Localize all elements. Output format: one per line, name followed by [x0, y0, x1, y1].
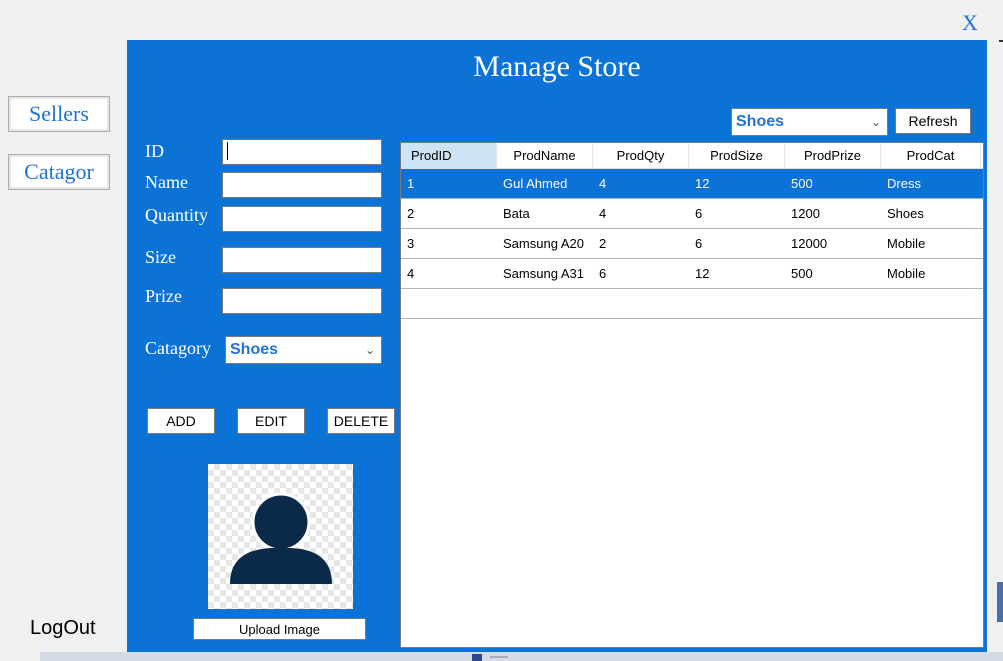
table-cell: 500 [791, 176, 813, 191]
chevron-down-icon[interactable]: ⌄ [365, 343, 375, 357]
table-cell: 4 [407, 266, 415, 281]
table-cell: 1 [407, 176, 415, 191]
sellers-button[interactable]: Sellers [8, 96, 110, 132]
taskbar-icon [472, 654, 482, 661]
column-header[interactable]: ProdCat [881, 143, 981, 168]
close-button[interactable]: X [962, 10, 978, 36]
table-header: ProdID ProdName ProdQty ProdSize ProdPri… [401, 143, 983, 169]
products-table[interactable]: ProdID ProdName ProdQty ProdSize ProdPri… [400, 142, 984, 648]
table-cell: 6 [599, 266, 607, 281]
table-cell: 12000 [791, 236, 828, 251]
table-cell: 12 [695, 266, 710, 281]
table-cell: 2 [599, 236, 607, 251]
table-row[interactable]: 1 Gul Ahmed 4 12 500 Dress [401, 169, 983, 199]
table-cell: 500 [791, 266, 813, 281]
table-cell: 12 [695, 176, 710, 191]
table-cell: Bata [503, 206, 530, 221]
taskbar-strip [40, 652, 1003, 661]
window-edge-fragment [999, 40, 1003, 42]
column-header[interactable]: ProdPrize [785, 143, 881, 168]
size-input[interactable] [222, 247, 382, 273]
refresh-button[interactable]: Refresh [895, 108, 971, 134]
taskbar-divider [490, 656, 508, 658]
add-button[interactable]: ADD [147, 408, 215, 434]
catagor-button[interactable]: Catagor [8, 154, 110, 190]
text-caret [227, 142, 228, 161]
table-cell: 4 [599, 206, 607, 221]
column-header[interactable]: ProdName [497, 143, 593, 168]
table-cell: Samsung A20 [503, 236, 584, 251]
table-cell: Shoes [887, 206, 924, 221]
delete-button[interactable]: DELETE [327, 408, 395, 434]
table-cell: Dress [887, 176, 921, 191]
size-label: Size [145, 247, 176, 267]
id-input[interactable] [222, 139, 382, 165]
column-header[interactable]: ProdQty [593, 143, 689, 168]
table-row[interactable]: 2 Bata 4 6 1200 Shoes [401, 199, 983, 229]
category-select[interactable]: Shoes ⌄ [225, 336, 382, 364]
upload-image-button[interactable]: Upload Image [193, 618, 366, 640]
category-label: Catagory [145, 338, 211, 358]
table-cell: Gul Ahmed [503, 176, 568, 191]
name-input[interactable] [222, 172, 382, 198]
category-filter-value: Shoes [736, 113, 785, 130]
table-cell: Samsung A31 [503, 266, 584, 281]
product-image [208, 464, 353, 609]
table-row[interactable]: 3 Samsung A20 2 6 12000 Mobile [401, 229, 983, 259]
table-cell: 3 [407, 236, 415, 251]
manage-store-panel: Manage Store Shoes ⌄ Refresh ID Name Qua… [127, 40, 987, 652]
category-filter-select[interactable]: Shoes ⌄ [731, 108, 888, 136]
name-label: Name [145, 172, 188, 192]
table-cell: 1200 [791, 206, 820, 221]
table-cell: Mobile [887, 266, 926, 281]
category-select-value: Shoes [230, 341, 279, 358]
table-new-row[interactable] [401, 289, 983, 319]
table-row[interactable]: 4 Samsung A31 6 12 500 Mobile [401, 259, 983, 289]
edit-button[interactable]: EDIT [237, 408, 305, 434]
prize-label: Prize [145, 286, 182, 306]
user-icon [230, 492, 332, 584]
table-cell: 6 [695, 236, 703, 251]
column-header[interactable]: ProdSize [689, 143, 785, 168]
table-cell: Mobile [887, 236, 926, 251]
prize-input[interactable] [222, 288, 382, 314]
column-header[interactable]: ProdID [401, 143, 497, 168]
quantity-label: Quantity [145, 205, 208, 225]
table-cell: 2 [407, 206, 415, 221]
id-label: ID [145, 141, 164, 161]
table-cell: 4 [599, 176, 607, 191]
quantity-input[interactable] [222, 206, 382, 232]
page-title: Manage Store [473, 50, 641, 83]
chevron-down-icon[interactable]: ⌄ [871, 115, 881, 129]
window-edge-fragment [997, 582, 1003, 622]
logout-link[interactable]: LogOut [30, 617, 96, 640]
table-cell: 6 [695, 206, 703, 221]
